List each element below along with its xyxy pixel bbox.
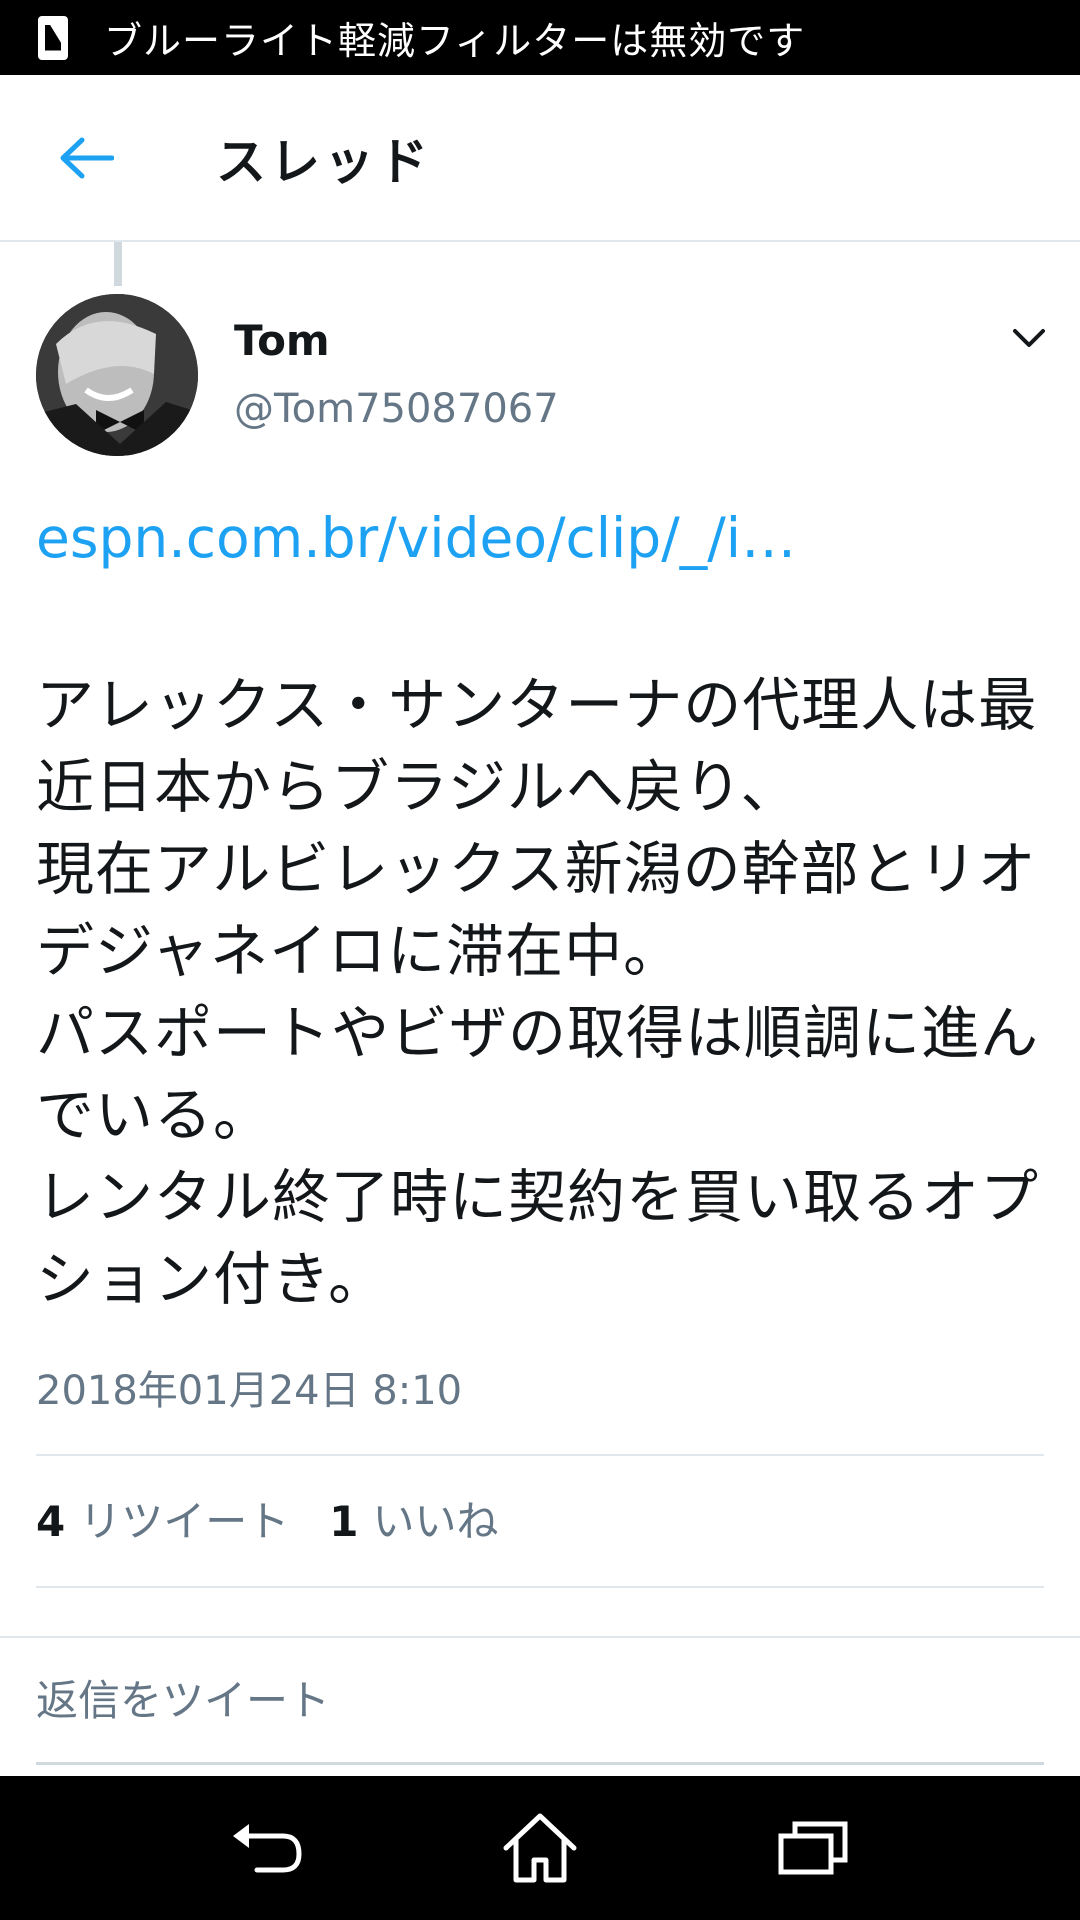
likes-count[interactable]: 1 (329, 1497, 358, 1546)
nav-back-button[interactable] (212, 1793, 322, 1903)
status-text: ブルーライト軽減フィルターは無効です (104, 19, 806, 63)
likes-label[interactable]: いいね (372, 1488, 498, 1549)
back-icon (232, 1824, 302, 1873)
tweet-text: アレックス・サンターナの代理人は最近日本からブラジルへ戻り、 現在アルビレックス… (36, 671, 1040, 1313)
navigation-bar (0, 1776, 1080, 1920)
thread-connector-line (114, 242, 122, 286)
tweet-timestamp: 2018年01月24日 8:10 (36, 1368, 463, 1414)
nav-home-button[interactable] (485, 1793, 595, 1903)
page-title: スレッド (216, 132, 432, 191)
avatar-photo (36, 294, 198, 456)
back-button[interactable] (36, 108, 136, 208)
reply-input[interactable] (36, 1638, 1044, 1765)
chevron-down-icon (1013, 329, 1045, 347)
more-options-button[interactable] (1004, 318, 1054, 358)
retweets-count[interactable]: 4 (36, 1497, 65, 1546)
avatar[interactable] (36, 294, 198, 456)
nav-recents-button[interactable] (758, 1793, 868, 1903)
divider (36, 1586, 1044, 1588)
tweet-stats: 4 リツイート 1 いいね (36, 1488, 539, 1549)
reply-bar (0, 1636, 1080, 1776)
header: スレッド (0, 75, 1080, 242)
status-bar: ブルーライト軽減フィルターは無効です (0, 0, 1080, 75)
bluelight-filter-icon (38, 15, 68, 60)
author-handle[interactable]: @Tom75087067 (234, 386, 559, 432)
recents-icon (778, 1821, 848, 1875)
back-arrow-icon (60, 137, 114, 178)
tweet-link[interactable]: espn.com.br/video/clip/_/i… (36, 506, 796, 570)
home-icon (503, 1813, 577, 1883)
divider (36, 1454, 1044, 1456)
retweets-label[interactable]: リツイート (79, 1488, 289, 1549)
author-name[interactable]: Tom (234, 316, 330, 365)
